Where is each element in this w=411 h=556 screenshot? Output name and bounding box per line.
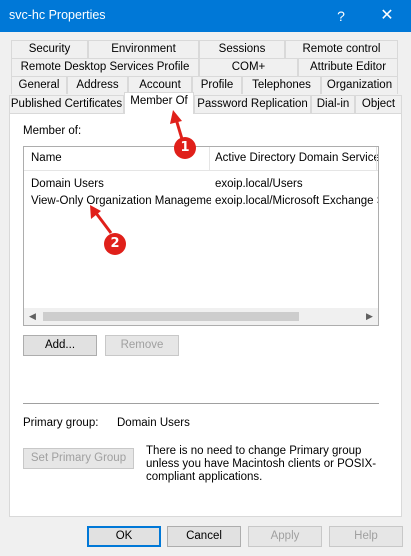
cancel-button[interactable]: Cancel [167,526,241,547]
annotation-marker-1: 1 [174,137,196,159]
add-button[interactable]: Add... [23,335,97,356]
tab-dial-in[interactable]: Dial-in [311,95,355,113]
group-name: Domain Users [31,178,104,190]
annotation-marker-2: 2 [104,233,126,255]
group-folder: exoip.local/Users [215,178,303,190]
divider [23,403,379,404]
tab-com-plus[interactable]: COM+ [199,58,298,76]
list-item[interactable]: Domain Users exoip.local/Users [24,177,378,194]
column-separator[interactable] [376,147,377,171]
set-primary-group-button[interactable]: Set Primary Group [23,448,134,469]
scrollbar-thumb[interactable] [43,312,299,321]
tab-remote-desktop-services-profile[interactable]: Remote Desktop Services Profile [11,58,199,76]
member-of-label: Member of: [23,125,82,137]
member-of-list[interactable]: Name Active Directory Domain Services Do… [23,146,379,326]
tab-telephones[interactable]: Telephones [242,76,321,94]
help-button[interactable]: Help [329,526,403,547]
tab-object[interactable]: Object [355,95,402,113]
tab-sessions[interactable]: Sessions [199,40,285,58]
tab-profile[interactable]: Profile [192,76,242,94]
ok-button[interactable]: OK [87,526,161,547]
primary-group-note: There is no need to change Primary group… [146,445,377,483]
dialog-body: Security Environment Sessions Remote con… [0,32,411,556]
column-header-name[interactable]: Name [31,152,62,164]
column-header-folder[interactable]: Active Directory Domain Services [215,152,378,164]
primary-group-value: Domain Users [117,417,190,429]
member-of-panel: Member of: Name Active Directory Domain … [9,113,402,517]
tab-general[interactable]: General [11,76,67,94]
tab-remote-control[interactable]: Remote control [285,40,398,58]
close-icon[interactable]: ✕ [364,0,410,32]
primary-group-label: Primary group: [23,417,99,429]
help-icon[interactable]: ? [318,0,364,32]
group-folder: exoip.local/Microsoft Exchange Se [215,195,379,207]
window-title: svc-hc Properties [9,8,106,22]
tab-environment[interactable]: Environment [88,40,199,58]
tab-member-of[interactable]: Member Of [124,92,194,114]
list-header: Name Active Directory Domain Services [24,147,378,171]
tab-attribute-editor[interactable]: Attribute Editor [298,58,398,76]
group-name: View-Only Organization Management [31,195,211,207]
tab-published-certificates[interactable]: Published Certificates [9,95,124,113]
list-item[interactable]: View-Only Organization Management exoip.… [24,194,379,211]
remove-button[interactable]: Remove [105,335,179,356]
column-separator[interactable] [209,147,210,171]
scroll-left-icon[interactable]: ◀ [24,308,41,325]
scroll-right-icon[interactable]: ▶ [361,308,378,325]
apply-button[interactable]: Apply [248,526,322,547]
title-bar: svc-hc Properties ? ✕ [0,0,411,32]
tab-password-replication[interactable]: Password Replication [194,95,311,113]
tab-organization[interactable]: Organization [321,76,398,94]
tab-security[interactable]: Security [11,40,88,58]
horizontal-scrollbar[interactable]: ◀ ▶ [24,308,378,325]
tab-address[interactable]: Address [67,76,128,94]
